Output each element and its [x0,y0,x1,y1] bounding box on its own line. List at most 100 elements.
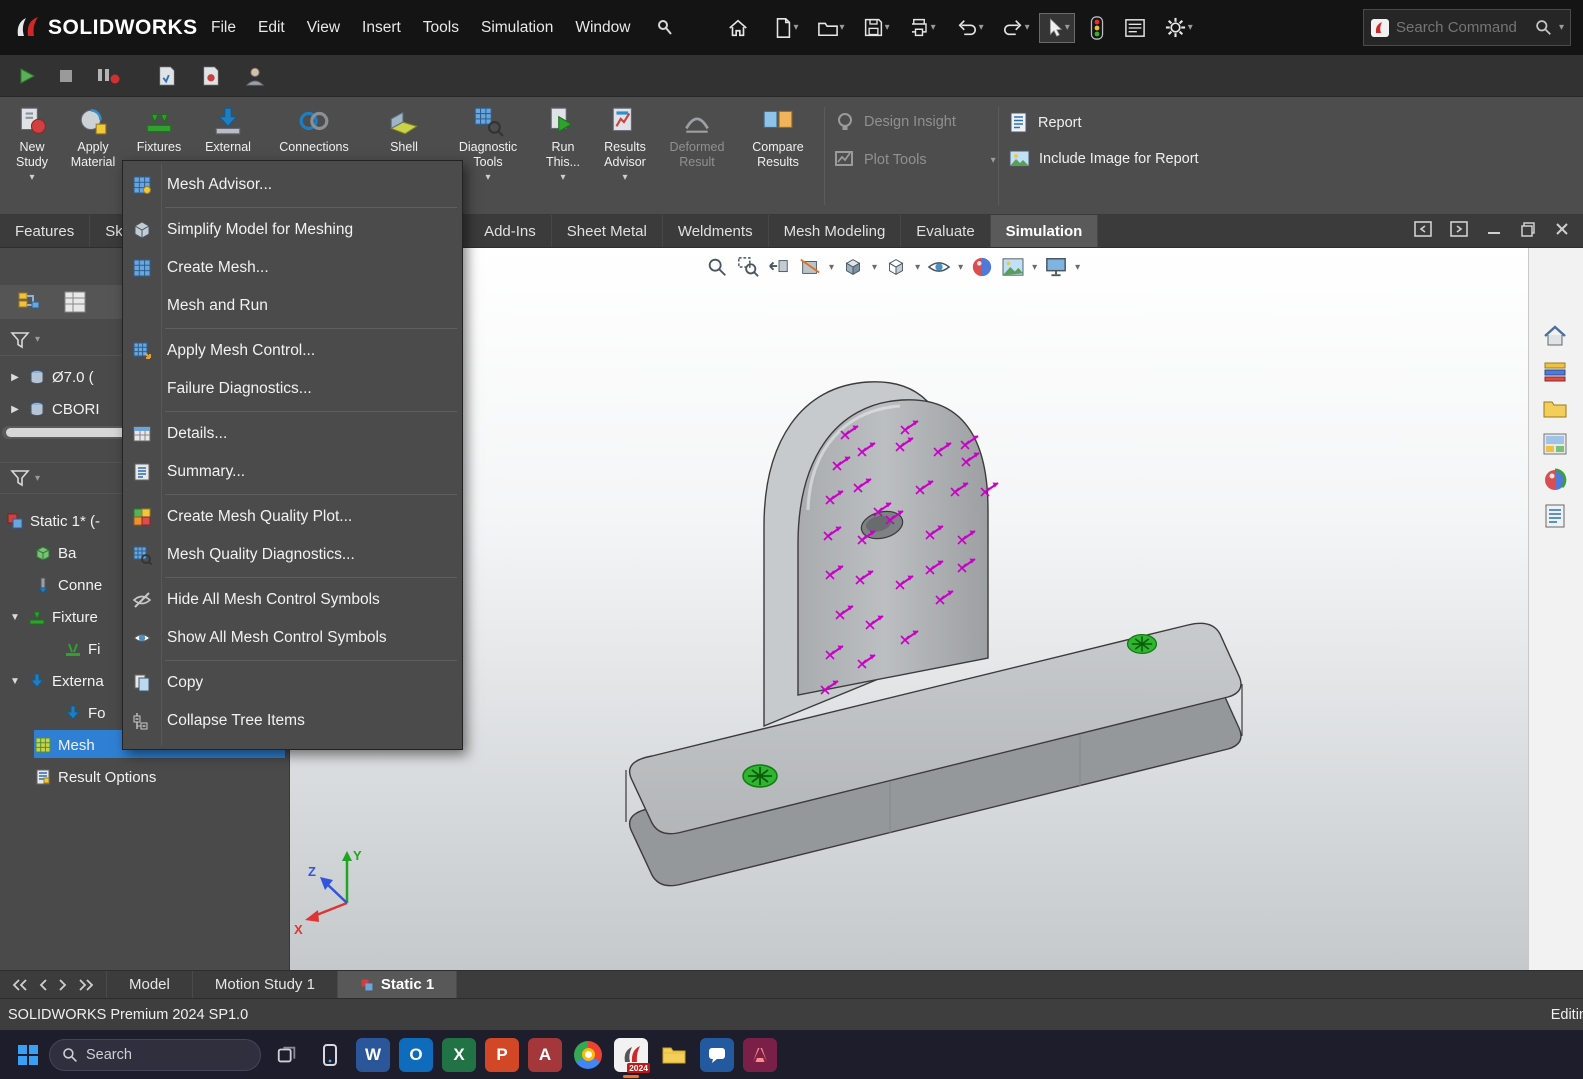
outlook-icon[interactable]: O [399,1038,433,1072]
menu-item-copy[interactable]: Copy [123,664,462,702]
task-pane-home-button[interactable] [1538,320,1572,352]
shell-button[interactable]: Shell [372,105,436,155]
last-tab-button[interactable] [78,979,94,991]
results-advisor-button[interactable]: Results Advisor [592,105,658,183]
stop-macro-button[interactable] [58,68,74,84]
menu-item-simplify-model[interactable]: Simplify Model for Meshing [123,211,462,249]
first-tab-button[interactable] [12,979,28,991]
previous-tab-button[interactable] [38,979,48,991]
restore-window-button[interactable] [1519,220,1537,238]
edit-macro-button[interactable] [200,65,222,87]
zoom-to-fit-button[interactable] [704,254,730,280]
design-library-button[interactable] [1538,356,1572,388]
hud-chevron[interactable]: ▾ [829,262,834,273]
next-window-icon[interactable] [1449,220,1469,238]
undo-button[interactable]: ▾ [951,14,989,42]
expand-arrow-icon[interactable]: ▶ [8,372,22,383]
bracket-part[interactable] [626,382,1242,886]
menu-item-collapse-tree-items[interactable]: Collapse Tree Items [123,702,462,740]
tab-motion-study-1[interactable]: Motion Study 1 [193,971,338,998]
hud-chevron[interactable]: ▾ [1075,262,1080,273]
appearances-scenes-button[interactable] [1538,464,1572,496]
word-icon[interactable]: W [356,1038,390,1072]
excel-icon[interactable]: X [442,1038,476,1072]
redo-button[interactable]: ▾ [997,14,1035,42]
report-button[interactable]: Report [1008,111,1082,135]
hud-chevron[interactable]: ▾ [872,262,877,273]
select-tool-button[interactable]: ▾ [1039,13,1075,43]
menu-item-hide-all-mesh-control-symbols[interactable]: Hide All Mesh Control Symbols [123,581,462,619]
file-explorer-taskbar-icon[interactable] [657,1038,691,1072]
access-icon[interactable]: A [528,1038,562,1072]
view-settings-button[interactable] [1043,254,1069,280]
task-view-button[interactable] [270,1038,304,1072]
compare-results-button[interactable]: Compare Results [738,105,818,170]
command-search-box[interactable]: ▾ [1363,9,1571,46]
home-button[interactable] [722,13,754,43]
close-window-button[interactable] [1553,220,1571,238]
edit-appearance-button[interactable] [969,254,995,280]
menu-item-create-mesh-quality-plot[interactable]: Create Mesh Quality Plot... [123,498,462,536]
tab-mesh-modeling[interactable]: Mesh Modeling [769,215,902,247]
menu-insert[interactable]: Insert [351,13,412,43]
3d-model-canvas[interactable]: Y X Z [290,248,1528,970]
section-view-button[interactable] [797,254,823,280]
hud-chevron[interactable]: ▾ [958,262,963,273]
new-study-button[interactable]: New Study [4,105,60,183]
collapse-arrow-icon[interactable]: ▼ [8,676,22,687]
tab-sheet-metal[interactable]: Sheet Metal [552,215,663,247]
menu-item-mesh-and-run[interactable]: Mesh and Run [123,287,462,325]
search-options-chevron[interactable]: ▾ [1559,22,1564,33]
tab-weldments[interactable]: Weldments [663,215,769,247]
previous-view-button[interactable] [766,254,792,280]
view-orientation-button[interactable] [840,254,866,280]
settings-button[interactable]: ▾ [1159,12,1198,43]
menu-window[interactable]: Window [564,13,641,43]
chrome-icon[interactable] [571,1038,605,1072]
apply-scene-button[interactable] [1000,254,1026,280]
new-macro-button[interactable] [156,65,178,87]
menu-file[interactable]: File [200,13,247,43]
featuremanager-tab-icon[interactable] [16,289,42,315]
tab-model[interactable]: Model [107,971,193,998]
tree-item-result-options[interactable]: Result Options [0,762,289,792]
tab-add-ins[interactable]: Add-Ins [469,215,552,247]
include-image-for-report-button[interactable]: Include Image for Report [1008,149,1199,169]
menu-edit[interactable]: Edit [247,13,296,43]
propertymanager-tab-icon[interactable] [62,289,88,315]
menu-item-show-all-mesh-control-symbols[interactable]: Show All Mesh Control Symbols [123,619,462,657]
pin-menu-button[interactable] [650,14,680,42]
zoom-to-area-button[interactable] [735,254,761,280]
next-tab-button[interactable] [58,979,68,991]
tab-simulation[interactable]: Simulation [991,215,1099,247]
menu-item-create-mesh[interactable]: Create Mesh... [123,249,462,287]
teams-icon[interactable] [700,1038,734,1072]
interference-check-button[interactable] [1085,12,1109,44]
menu-view[interactable]: View [296,13,351,43]
print-button[interactable]: ▾ [903,13,941,42]
adobe-icon[interactable] [743,1038,777,1072]
previous-window-icon[interactable] [1413,220,1433,238]
menu-item-summary[interactable]: Summary... [123,453,462,491]
custom-properties-button[interactable] [1538,500,1572,532]
solidworks-taskbar-icon[interactable]: 2024 [614,1038,648,1072]
menu-simulation[interactable]: Simulation [470,13,564,43]
tab-evaluate[interactable]: Evaluate [901,215,990,247]
run-this-study-button[interactable]: Run This... [534,105,592,183]
options-list-button[interactable] [1119,14,1151,42]
hud-chevron[interactable]: ▾ [915,262,920,273]
new-document-button[interactable]: ▾ [768,13,804,43]
start-button[interactable] [16,1043,40,1067]
taskbar-search-box[interactable]: Search [49,1039,261,1071]
menu-item-mesh-advisor[interactable]: Mesh Advisor... [123,166,462,204]
menu-item-mesh-quality-diagnostics[interactable]: Mesh Quality Diagnostics... [123,536,462,574]
external-loads-button[interactable]: External [194,105,262,155]
view-palette-button[interactable] [1538,428,1572,460]
minimize-window-button[interactable] [1485,220,1503,238]
menu-item-details[interactable]: Details... [123,415,462,453]
run-macro-button[interactable] [18,67,36,85]
apply-material-button[interactable]: Apply Material [60,105,126,170]
graphics-viewport[interactable]: ▾ ▾ ▾ ▾ ▾ ▾ [290,248,1528,970]
tab-features[interactable]: Features [0,215,90,247]
save-button[interactable]: ▾ [858,13,895,42]
